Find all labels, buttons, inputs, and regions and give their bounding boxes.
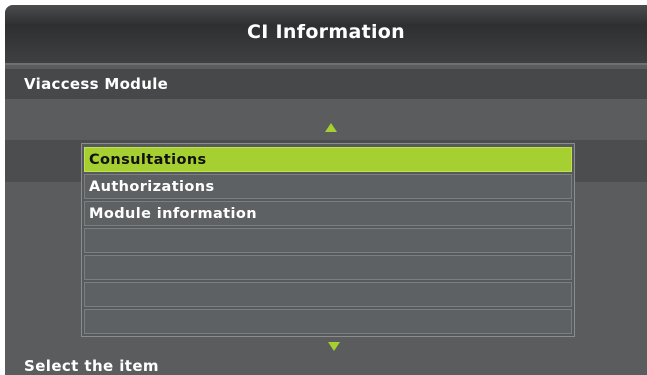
page-title: CI Information [247,21,405,43]
menu-list: Consultations Authorizations Module info… [81,143,575,337]
menu-item-label: Authorizations [89,179,215,195]
menu-item-label: Consultations [89,152,207,168]
scroll-down-arrow-icon[interactable] [328,342,340,351]
ci-information-screen: CI Information Viaccess Module Consultat… [5,5,647,375]
module-name: Viaccess Module [24,75,169,93]
title-bar: CI Information [5,5,647,65]
menu-item-authorizations[interactable]: Authorizations [84,174,572,199]
menu-item-module-information[interactable]: Module information [84,201,572,226]
menu-item-empty [84,228,572,253]
menu-item-consultations[interactable]: Consultations [84,147,572,172]
menu-item-empty [84,309,572,334]
menu-item-empty [84,282,572,307]
module-header: Viaccess Module [5,69,647,99]
menu-item-empty [84,255,572,280]
menu-item-label: Module information [89,206,257,222]
scroll-up-arrow-icon[interactable] [325,123,337,132]
footer-hint: Select the item [24,357,159,375]
